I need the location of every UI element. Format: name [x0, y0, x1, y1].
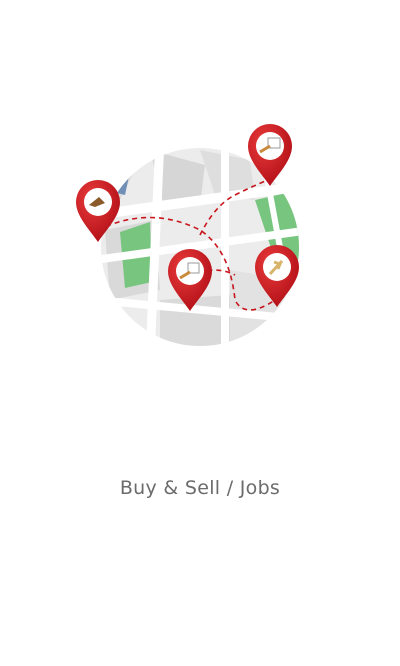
onboarding-caption: Buy & Sell / Jobs [119, 477, 281, 499]
map-illustration [76, 124, 299, 346]
